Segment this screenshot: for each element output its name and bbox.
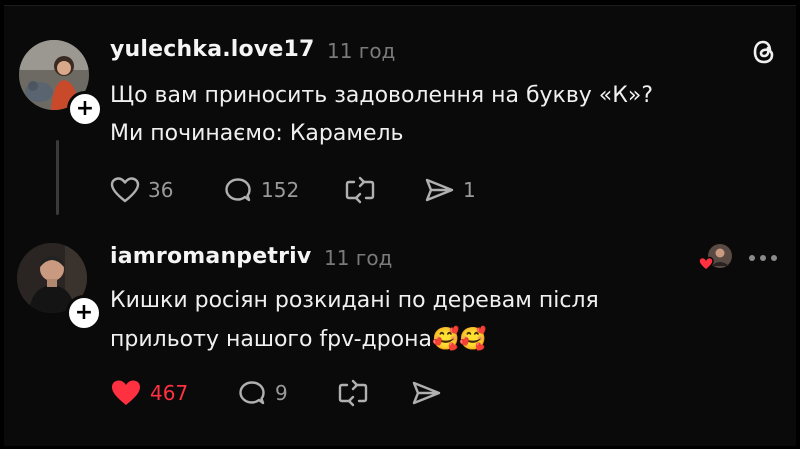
repost-button[interactable]	[337, 379, 369, 407]
heart-filled-icon	[112, 380, 140, 405]
post-2[interactable]: + iamromanpetriv 11 год Кишки росіян роз…	[0, 0, 800, 449]
liked-by-author-avatar[interactable]	[698, 242, 734, 274]
like-count: 467	[150, 381, 189, 405]
like-button[interactable]: 467	[110, 378, 188, 408]
reply-count: 9	[275, 381, 288, 405]
post-text-line-1: Кишки росіян розкидані по деревам після	[110, 288, 599, 313]
share-button[interactable]	[410, 379, 442, 407]
post-username[interactable]: iamromanpetriv	[110, 244, 311, 269]
post-text-line-2: прильоту нашого fpv-дрона🥰🥰	[110, 327, 487, 352]
repost-icon	[338, 379, 368, 407]
reply-button[interactable]: 9	[237, 379, 288, 407]
post-time: 11 год	[324, 246, 393, 270]
send-icon	[412, 381, 441, 405]
comment-icon	[239, 381, 265, 405]
more-options-icon[interactable]	[749, 255, 777, 261]
follow-button[interactable]: +	[66, 295, 102, 331]
